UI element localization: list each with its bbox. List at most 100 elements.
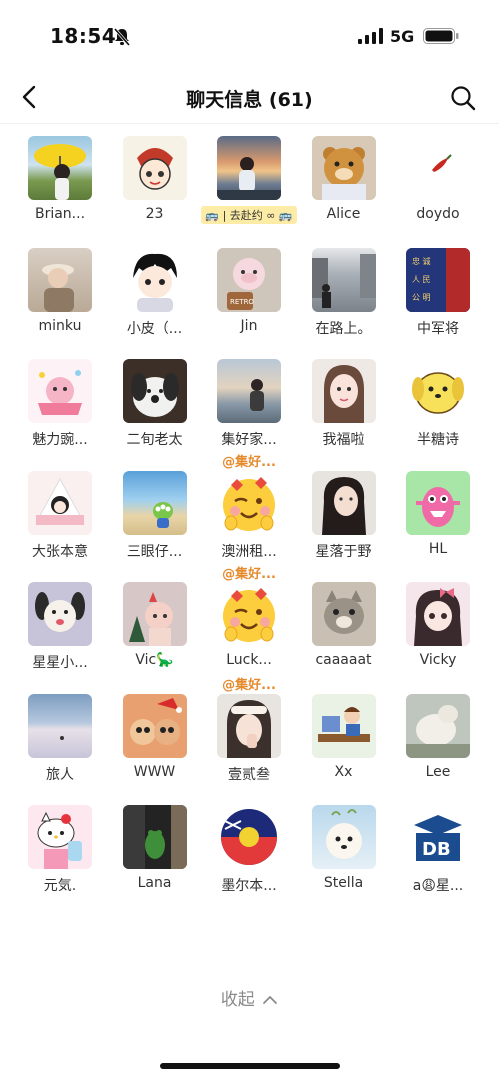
member-tag: 🚌 | 去赴约 ∞ 🚌 [194,206,304,224]
member-item[interactable]: Lee [391,690,485,810]
member-name: minku [38,317,82,334]
member-item[interactable]: 半糖诗 [391,355,485,475]
member-item[interactable]: 壹贰叁 [202,690,296,810]
member-avatar[interactable]: 忠 诚人 民公 明 [406,247,470,312]
member-avatar[interactable] [122,805,187,869]
member-avatar[interactable] [311,693,376,758]
member-avatar[interactable] [406,136,470,200]
member-name: caaaaat [315,652,372,668]
member-avatar[interactable] [311,136,376,200]
member-name: 中军将 [417,320,459,337]
status-time: 18:54 [50,24,117,48]
member-item[interactable]: 小皮（... [108,244,202,364]
member-avatar[interactable] [217,805,281,869]
member-item[interactable]: 澳洲租... @集好... [202,467,296,587]
member-name: doydo [416,206,460,222]
member-avatar[interactable] [28,470,92,535]
member-name: 三眼仔... [126,543,183,560]
svg-text:忠 诚: 忠 诚 [412,256,431,266]
member-name: 星落于野 [315,543,372,560]
member-item[interactable]: Luck... @集好... [202,578,296,698]
member-avatar[interactable] [28,805,92,869]
member-item[interactable]: Lana [108,801,202,921]
member-name: 23 [145,206,164,222]
member-avatar[interactable] [122,359,187,423]
member-item[interactable]: WWW [108,690,202,810]
member-item[interactable]: 星落于野 [297,467,391,587]
member-item[interactable]: 旅人 [13,690,107,810]
member-avatar[interactable]: RETRO [217,247,281,312]
member-avatar[interactable] [406,470,470,535]
member-item[interactable]: Alice [297,132,391,252]
member-avatar[interactable]: DB [406,805,470,869]
member-item[interactable]: 魅力豌... [13,355,107,475]
member-avatar[interactable] [311,470,376,535]
member-name: Vic🦕 [135,652,174,668]
member-avatar[interactable] [28,693,92,758]
member-item[interactable]: 23 [108,132,202,252]
member-item[interactable]: Vicky [391,578,485,698]
member-avatar[interactable] [406,359,470,423]
member-avatar[interactable] [122,247,187,312]
member-avatar[interactable] [122,136,187,200]
member-item[interactable]: Xx [297,690,391,810]
member-name: a😩星... [412,878,464,894]
member-item[interactable]: 墨尔本... [202,801,296,921]
member-item[interactable]: minku [13,244,107,364]
member-avatar[interactable] [217,359,281,423]
page-title: 聊天信息 (61) [186,89,313,111]
member-name: Lee [425,763,451,780]
member-name: 墨尔本... [221,878,277,894]
member-name: 集好家... [221,432,277,448]
member-item[interactable]: 二旬老太 [108,355,202,475]
member-name: 壹贰叁 [228,766,270,783]
member-item[interactable]: 三眼仔... [108,467,202,587]
nav-bar: 聊天信息 (61) [0,72,499,124]
member-item[interactable]: 🚌 | 去赴约 ∞ 🚌 [201,132,297,252]
member-avatar[interactable] [217,582,281,646]
member-item[interactable]: caaaaat [297,578,391,698]
member-item[interactable]: RETRO Jin [202,244,296,364]
member-avatar[interactable] [122,693,187,758]
member-item[interactable]: 大张本意 [13,467,107,587]
member-item[interactable]: 集好家... @集好... [202,355,296,475]
member-avatar[interactable] [311,247,376,312]
member-avatar[interactable] [28,247,92,312]
member-avatar[interactable] [28,136,92,200]
battery-icon [423,28,459,44]
member-item[interactable]: 在路上。 [297,244,391,364]
home-indicator[interactable] [160,1063,340,1069]
member-item[interactable]: Vic🦕 [108,578,202,698]
member-item[interactable]: doydo [391,132,485,252]
member-avatar[interactable] [311,359,376,423]
svg-text:公 明: 公 明 [412,293,431,302]
member-item[interactable]: HL [391,467,485,587]
member-avatar[interactable] [217,693,281,758]
svg-text:DB: DB [422,839,451,860]
member-name: Lana [137,875,172,891]
member-avatar[interactable] [122,582,187,646]
member-avatar[interactable] [217,136,281,200]
member-avatar[interactable] [28,359,92,423]
search-icon[interactable] [449,84,477,112]
member-item[interactable]: 我福啦 [297,355,391,475]
member-avatar[interactable] [217,471,281,535]
member-item[interactable]: DB a😩星... [391,801,485,921]
member-item[interactable]: Stella [297,801,391,921]
collapse-button[interactable]: 收起 [0,985,499,1010]
member-item[interactable]: 元気. [13,801,107,921]
member-item[interactable]: 忠 诚人 民公 明中军将 [391,244,485,364]
member-avatar[interactable] [311,805,376,869]
member-item[interactable]: 星星小... [13,578,107,698]
member-name: Luck... [226,652,272,668]
member-avatar[interactable] [122,470,187,535]
member-avatar[interactable] [406,693,470,758]
member-name: Brian... [34,206,86,222]
collapse-label: 收起 [220,990,255,1010]
member-name: 旅人 [46,766,74,783]
member-avatar[interactable] [311,582,376,646]
member-avatar[interactable] [406,582,470,646]
member-avatar[interactable] [28,582,92,646]
member-item[interactable]: Brian... [13,132,107,252]
member-name: 二旬老太 [126,432,183,448]
